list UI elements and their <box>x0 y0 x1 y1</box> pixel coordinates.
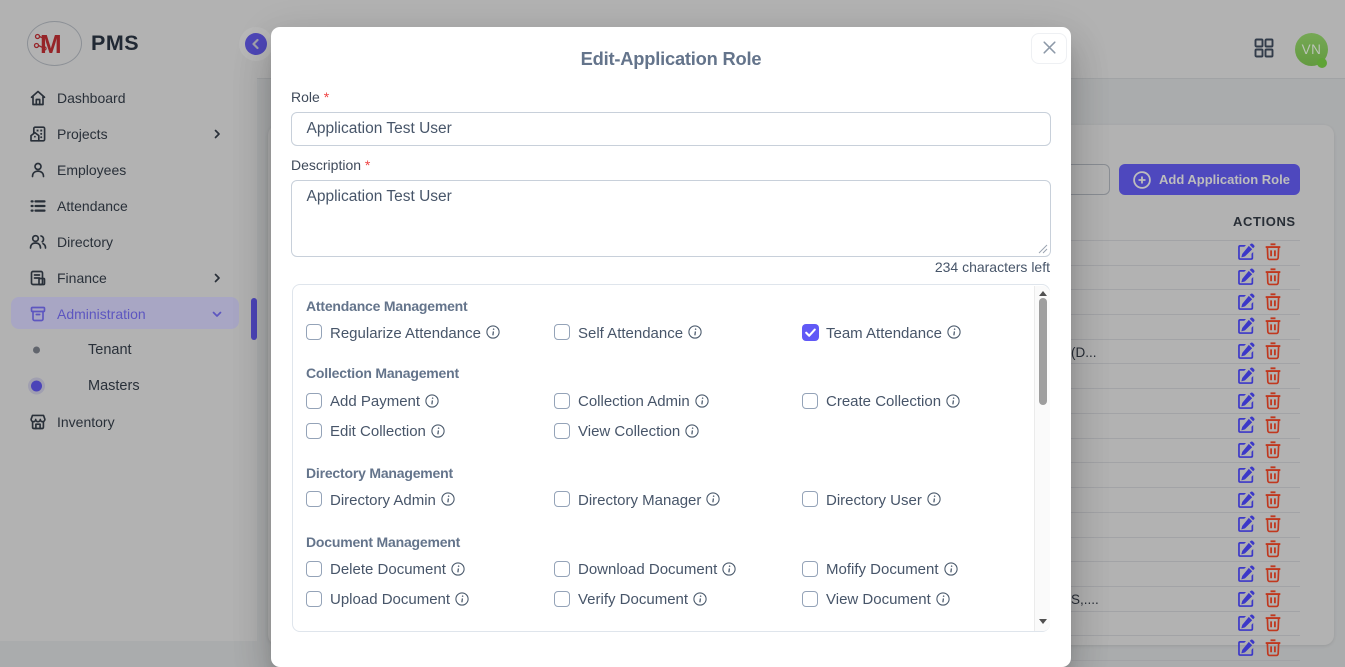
svg-text:M: M <box>40 29 62 59</box>
